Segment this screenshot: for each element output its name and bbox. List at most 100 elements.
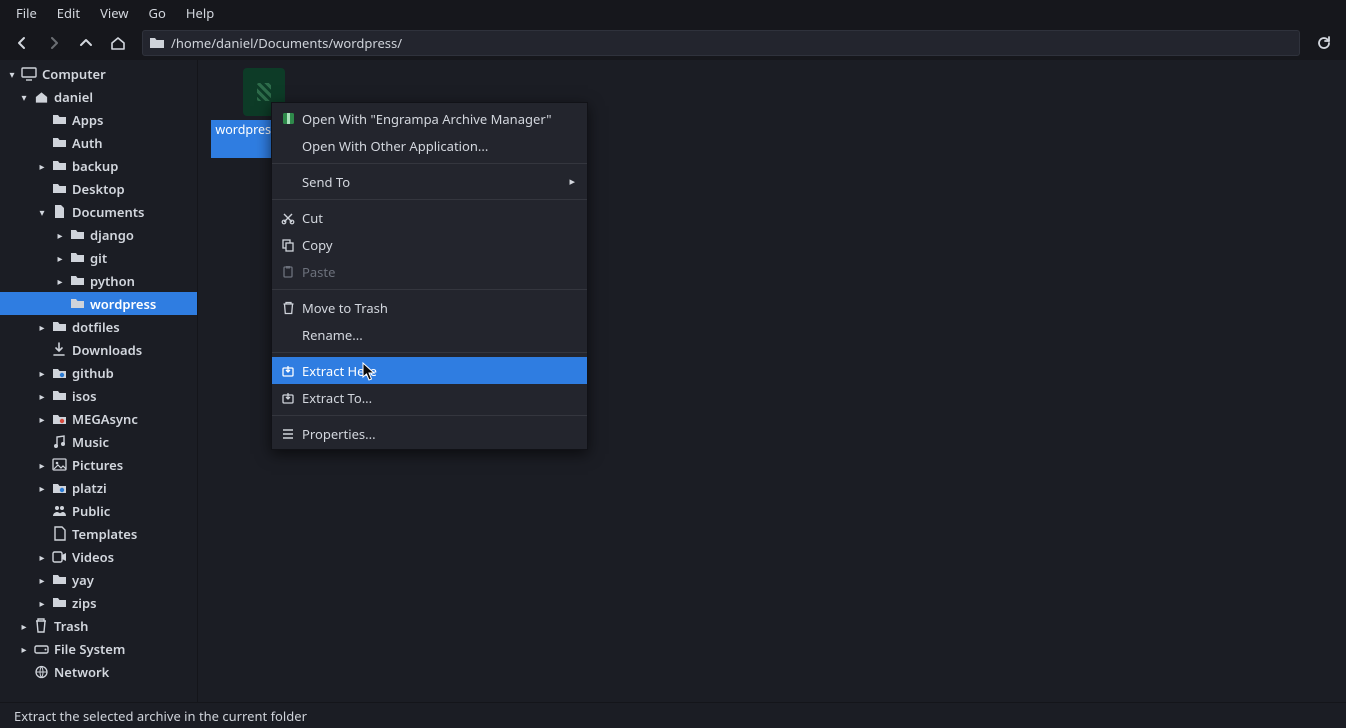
extract-icon (278, 364, 298, 378)
expand-icon[interactable]: ▸ (36, 160, 48, 172)
tree-label: git (90, 249, 107, 267)
template-icon (50, 526, 68, 541)
folder-icon (68, 251, 86, 264)
forward-button[interactable] (40, 29, 68, 57)
tree-item-music[interactable]: ▸ Music (0, 430, 197, 453)
separator (272, 163, 587, 164)
location-bar[interactable]: /home/daniel/Documents/wordpress/ (142, 30, 1300, 56)
menu-view[interactable]: View (90, 0, 138, 26)
expand-icon[interactable]: ▸ (36, 482, 48, 494)
tree-item-backup[interactable]: ▸ backup (0, 154, 197, 177)
tree-item-documents[interactable]: ▾ Documents (0, 200, 197, 223)
tree-label: isos (72, 387, 97, 405)
tree-item-pictures[interactable]: ▸ Pictures (0, 453, 197, 476)
ctx-label: Open With "Engrampa Archive Manager" (302, 110, 552, 128)
tree-item-templates[interactable]: ▸ Templates (0, 522, 197, 545)
ctx-label: Move to Trash (302, 299, 388, 317)
folder-icon (50, 136, 68, 149)
back-button[interactable] (8, 29, 36, 57)
file-view[interactable]: wordpress-5.7.2.zip Open With "Engrampa … (198, 60, 1346, 702)
tree-item-yay[interactable]: ▸ yay (0, 568, 197, 591)
ctx-rename[interactable]: Rename... (272, 321, 587, 348)
tree-computer[interactable]: ▾ Computer (0, 62, 197, 85)
home-button[interactable] (104, 29, 132, 57)
tree-home[interactable]: ▾ daniel (0, 85, 197, 108)
menu-file[interactable]: File (6, 0, 47, 26)
trash-icon (32, 618, 50, 633)
menu-help[interactable]: Help (176, 0, 224, 26)
ctx-copy[interactable]: Copy (272, 231, 587, 258)
tree-item-desktop[interactable]: ▸ Desktop (0, 177, 197, 200)
collapse-icon[interactable]: ▾ (36, 206, 48, 218)
tree-item-auth[interactable]: ▸ Auth (0, 131, 197, 154)
tree-item-wordpress[interactable]: ▸ wordpress (0, 292, 197, 315)
tree-item-dotfiles[interactable]: ▸ dotfiles (0, 315, 197, 338)
collapse-icon[interactable]: ▾ (6, 68, 18, 80)
tree-item-github[interactable]: ▸ github (0, 361, 197, 384)
expand-icon[interactable]: ▸ (36, 574, 48, 586)
tree-label: Desktop (72, 180, 125, 198)
toolbar: /home/daniel/Documents/wordpress/ (0, 26, 1346, 60)
ctx-label: Extract To... (302, 389, 372, 407)
tree-label: backup (72, 157, 118, 175)
collapse-icon[interactable]: ▾ (18, 91, 30, 103)
ctx-move-to-trash[interactable]: Move to Trash (272, 294, 587, 321)
document-icon (50, 204, 68, 219)
tree-label: yay (72, 571, 94, 589)
tree-network[interactable]: ▸ Network (0, 660, 197, 683)
expand-icon[interactable]: ▸ (36, 597, 48, 609)
separator (272, 415, 587, 416)
up-button[interactable] (72, 29, 100, 57)
ctx-properties[interactable]: Properties... (272, 420, 587, 447)
menu-go[interactable]: Go (139, 0, 176, 26)
tree-item-downloads[interactable]: ▸ Downloads (0, 338, 197, 361)
expand-icon[interactable]: ▸ (36, 551, 48, 563)
sidebar-tree[interactable]: ▾ Computer ▾ daniel ▸ Apps ▸ Auth ▸ back… (0, 60, 198, 702)
tree-label: MEGAsync (72, 410, 138, 428)
tree-item-megasync[interactable]: ▸ MEGAsync (0, 407, 197, 430)
tree-label: github (72, 364, 114, 382)
ctx-extract-here[interactable]: Extract Here (272, 357, 587, 384)
status-text: Extract the selected archive in the curr… (14, 707, 307, 725)
tree-item-git[interactable]: ▸ git (0, 246, 197, 269)
archive-app-icon (278, 111, 298, 126)
ctx-open-with-other[interactable]: Open With Other Application... (272, 132, 587, 159)
expand-icon[interactable]: ▸ (36, 321, 48, 333)
expand-icon[interactable]: ▸ (18, 643, 30, 655)
expand-icon[interactable]: ▸ (18, 666, 30, 678)
copy-icon (278, 238, 298, 252)
tree-item-zips[interactable]: ▸ zips (0, 591, 197, 614)
tree-item-platzi[interactable]: ▸ platzi (0, 476, 197, 499)
tree-filesystem[interactable]: ▸ File System (0, 637, 197, 660)
tree-label: Music (72, 433, 109, 451)
ctx-extract-to[interactable]: Extract To... (272, 384, 587, 411)
tree-item-django[interactable]: ▸ django (0, 223, 197, 246)
tree-item-public[interactable]: ▸ Public (0, 499, 197, 522)
expand-icon[interactable]: ▸ (18, 620, 30, 632)
ctx-cut[interactable]: Cut (272, 204, 587, 231)
expand-icon[interactable]: ▸ (54, 275, 66, 287)
ctx-label: Copy (302, 236, 332, 254)
image-icon (50, 458, 68, 471)
tree-item-isos[interactable]: ▸ isos (0, 384, 197, 407)
tree-label: Public (72, 502, 110, 520)
location-path: /home/daniel/Documents/wordpress/ (171, 34, 402, 52)
tree-trash[interactable]: ▸ Trash (0, 614, 197, 637)
monitor-icon (20, 67, 38, 81)
menu-edit[interactable]: Edit (47, 0, 90, 26)
expand-icon[interactable]: ▸ (36, 367, 48, 379)
expand-icon[interactable]: ▸ (36, 413, 48, 425)
tree-item-apps[interactable]: ▸ Apps (0, 108, 197, 131)
ctx-send-to[interactable]: Send To ▸ (272, 168, 587, 195)
expand-icon[interactable]: ▸ (36, 459, 48, 471)
tree-item-videos[interactable]: ▸ Videos (0, 545, 197, 568)
chevron-right-icon: ▸ (569, 174, 575, 189)
expand-icon[interactable]: ▸ (36, 390, 48, 402)
music-icon (50, 434, 68, 449)
arrow-left-icon (14, 35, 30, 51)
ctx-open-with-engrampa[interactable]: Open With "Engrampa Archive Manager" (272, 105, 587, 132)
expand-icon[interactable]: ▸ (54, 252, 66, 264)
tree-item-python[interactable]: ▸ python (0, 269, 197, 292)
reload-button[interactable] (1310, 29, 1338, 57)
expand-icon[interactable]: ▸ (54, 229, 66, 241)
